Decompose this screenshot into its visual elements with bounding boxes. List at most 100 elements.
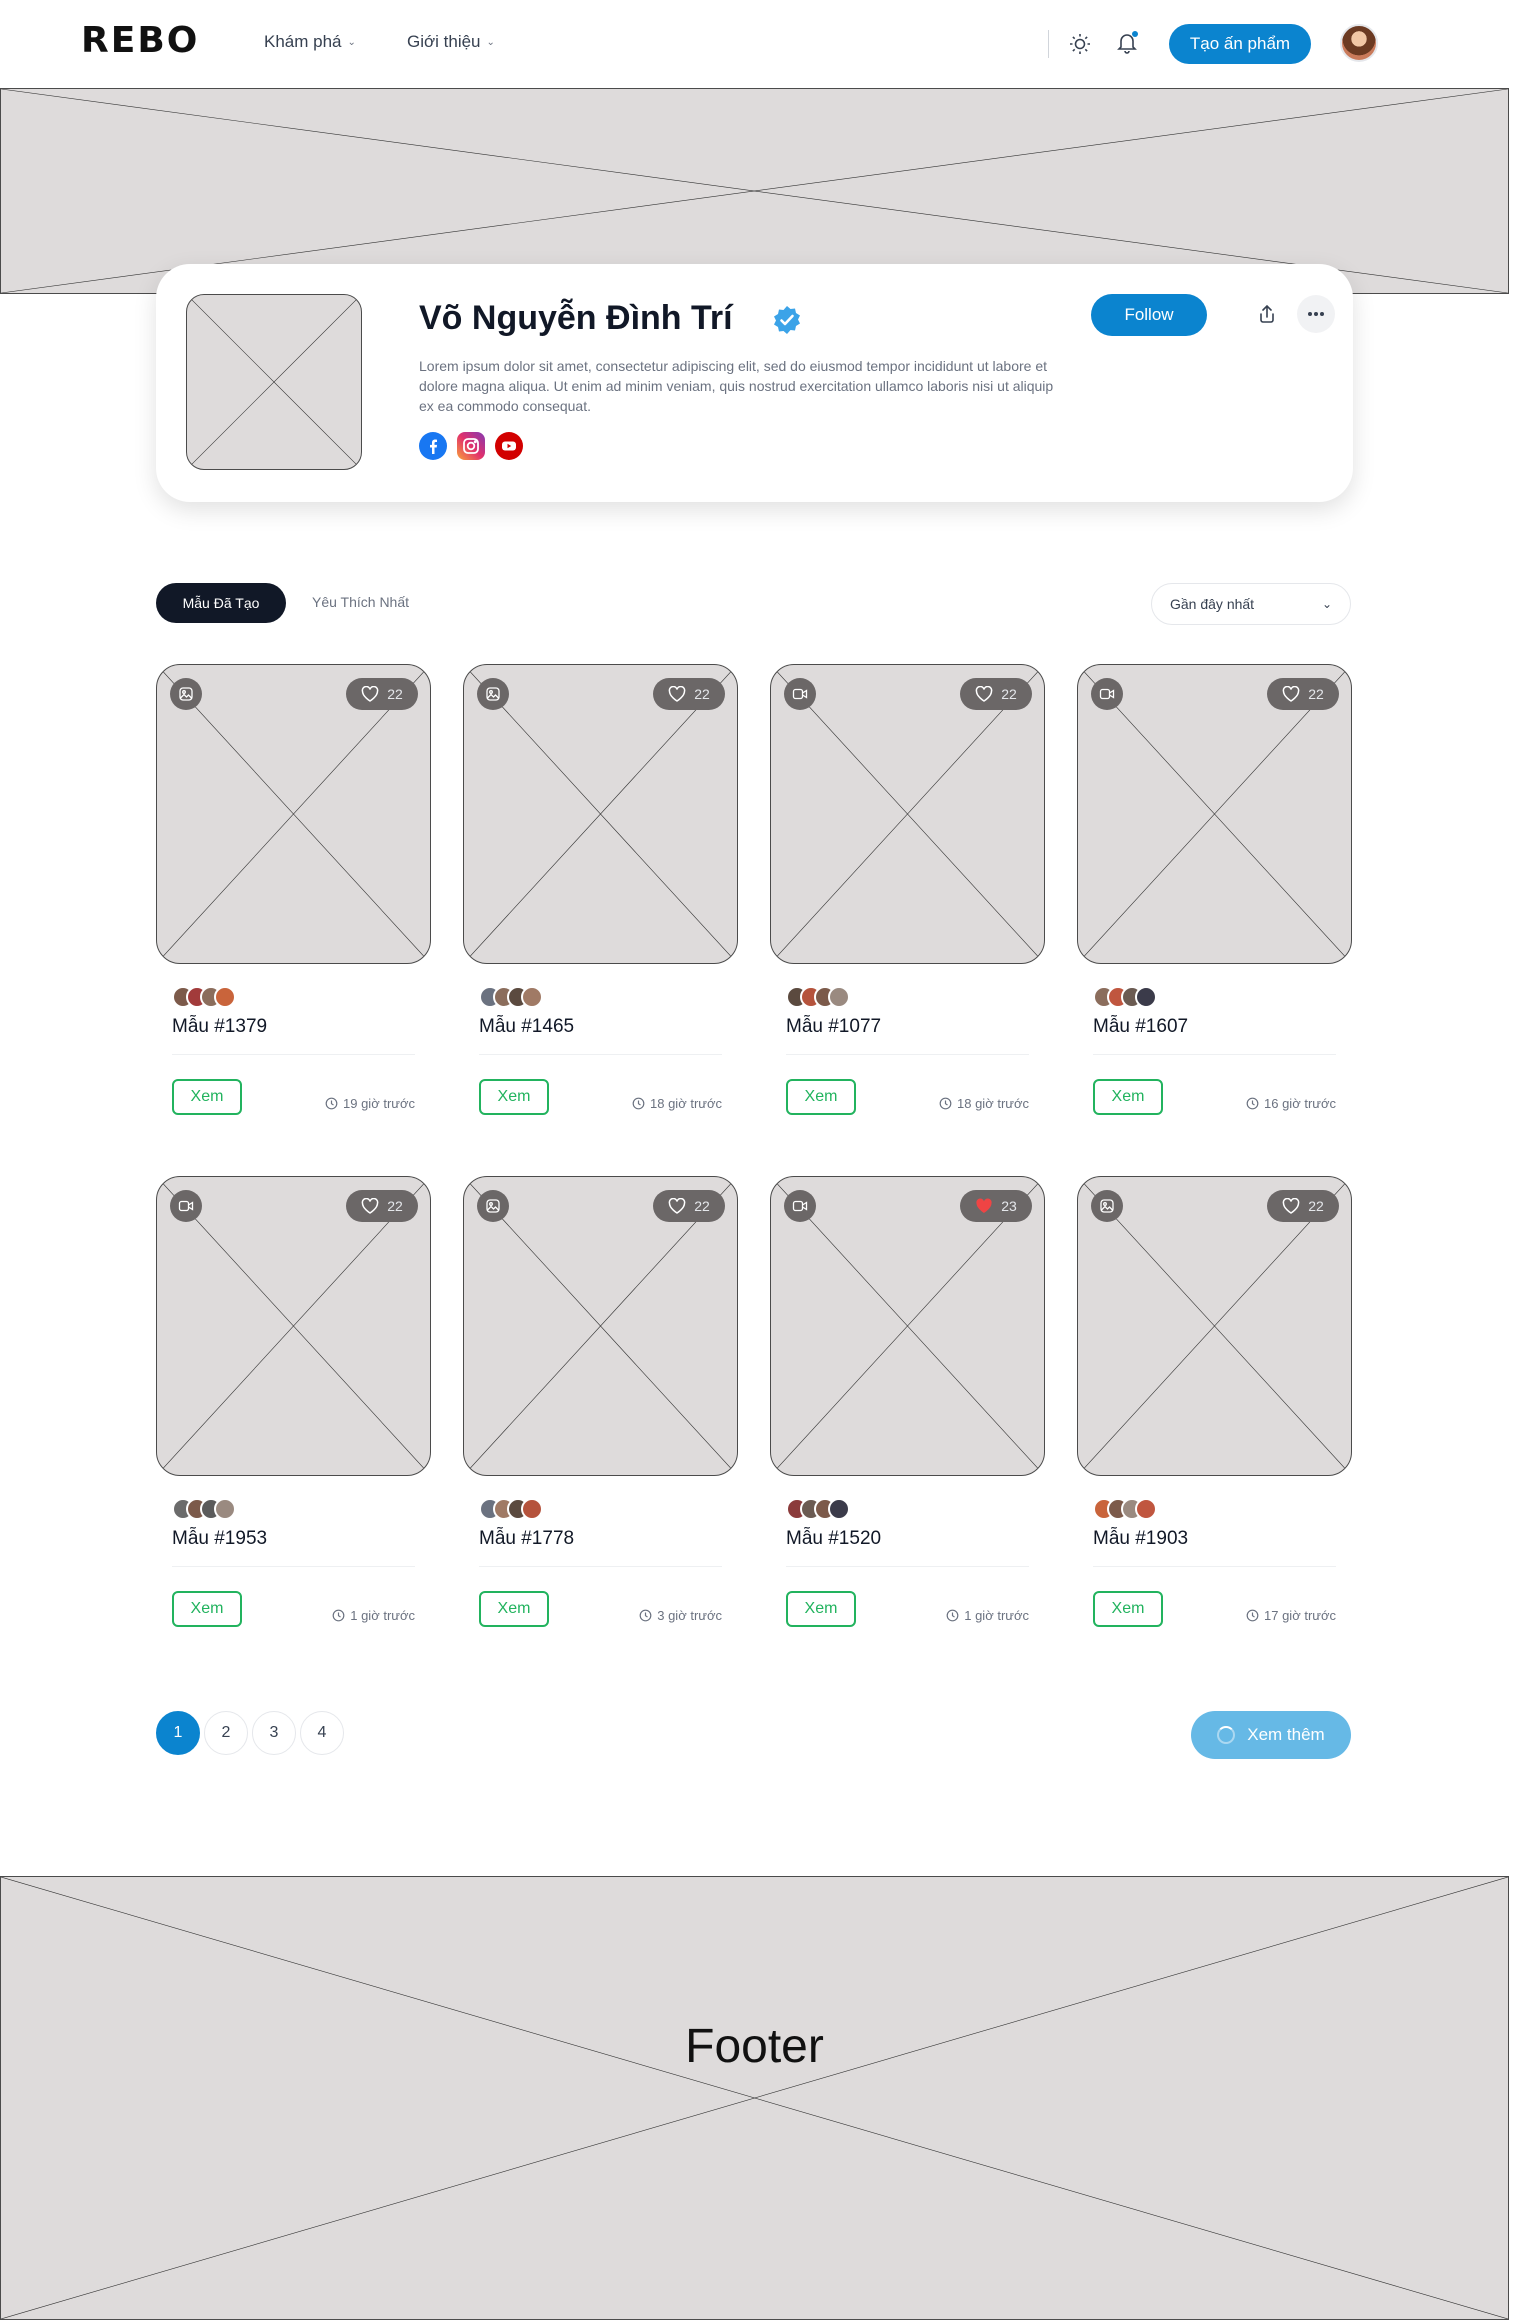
- like-button[interactable]: 22: [346, 678, 418, 710]
- like-count: 22: [1308, 1198, 1324, 1214]
- card-thumbnail-placeholder[interactable]: 22: [156, 664, 431, 964]
- like-button[interactable]: 23: [960, 1190, 1032, 1222]
- template-card[interactable]: 22 Mẫu #1953 Xem 1 giờ trước: [156, 1176, 431, 1636]
- like-count: 22: [1001, 686, 1017, 702]
- template-card[interactable]: 22 Mẫu #1379 Xem 19 giờ trước: [156, 664, 431, 1124]
- sort-select[interactable]: Gần đây nhất ⌄: [1151, 583, 1351, 625]
- instagram-icon[interactable]: [457, 432, 485, 460]
- image-icon: [477, 678, 509, 710]
- tab-favorites[interactable]: Yêu Thích Nhất: [312, 594, 409, 610]
- page-button[interactable]: 3: [252, 1711, 296, 1755]
- card-title: Mẫu #1077: [786, 1016, 882, 1037]
- template-card[interactable]: 22 Mẫu #1465 Xem 18 giờ trước: [463, 664, 738, 1124]
- heart-icon: [975, 686, 993, 702]
- card-title: Mẫu #1953: [172, 1528, 268, 1549]
- card-thumbnail-placeholder[interactable]: 22: [156, 1176, 431, 1476]
- template-card[interactable]: 22 Mẫu #1077 Xem 18 giờ trước: [770, 664, 1045, 1124]
- like-button[interactable]: 22: [960, 678, 1032, 710]
- card-title: Mẫu #1778: [479, 1528, 575, 1549]
- contributor-avatars: [172, 1498, 236, 1520]
- card-time: 19 giờ trước: [325, 1096, 415, 1111]
- sun-icon[interactable]: [1066, 30, 1094, 58]
- page-button[interactable]: 1: [156, 1711, 200, 1755]
- heart-icon: [361, 1198, 379, 1214]
- avatar: [521, 986, 543, 1008]
- card-time: 3 giờ trước: [639, 1608, 722, 1623]
- card-thumbnail-placeholder[interactable]: 23: [770, 1176, 1045, 1476]
- time-label: 3 giờ trước: [657, 1608, 722, 1623]
- nav-explore[interactable]: Khám phá ⌄: [264, 32, 356, 52]
- like-button[interactable]: 22: [1267, 1190, 1339, 1222]
- card-time: 1 giờ trước: [946, 1608, 1029, 1623]
- card-thumbnail-placeholder[interactable]: 22: [463, 1176, 738, 1476]
- follow-button[interactable]: Follow: [1091, 294, 1207, 336]
- like-count: 22: [694, 1198, 710, 1214]
- heart-icon: [975, 1198, 993, 1214]
- tab-created[interactable]: Mẫu Đã Tạo: [156, 583, 286, 623]
- user-avatar[interactable]: [1340, 24, 1378, 62]
- view-button[interactable]: Xem: [172, 1591, 242, 1627]
- bell-icon[interactable]: [1112, 28, 1142, 58]
- like-button[interactable]: 22: [653, 678, 725, 710]
- card-title: Mẫu #1607: [1093, 1016, 1189, 1037]
- chevron-down-icon: ⌄: [1321, 597, 1332, 611]
- time-label: 18 giờ trước: [957, 1096, 1029, 1111]
- page-button[interactable]: 2: [204, 1711, 248, 1755]
- contributor-avatars: [479, 1498, 543, 1520]
- card-thumbnail-placeholder[interactable]: 22: [463, 664, 738, 964]
- template-card[interactable]: 23 Mẫu #1520 Xem 1 giờ trước: [770, 1176, 1045, 1636]
- view-button[interactable]: Xem: [786, 1591, 856, 1627]
- logo[interactable]: REBO: [81, 20, 199, 61]
- heart-icon: [361, 686, 379, 702]
- view-button[interactable]: Xem: [479, 1079, 549, 1115]
- video-icon: [784, 678, 816, 710]
- card-divider: [479, 1566, 722, 1567]
- clock-icon: [325, 1097, 338, 1110]
- card-thumbnail-placeholder[interactable]: 22: [1077, 1176, 1352, 1476]
- load-more-button[interactable]: Xem thêm: [1191, 1711, 1351, 1759]
- footer-placeholder: Footer: [0, 1876, 1509, 2320]
- card-divider: [479, 1054, 722, 1055]
- view-button[interactable]: Xem: [1093, 1079, 1163, 1115]
- contributor-avatars: [1093, 986, 1157, 1008]
- nav-about-label: Giới thiệu: [407, 32, 481, 51]
- template-card[interactable]: 22 Mẫu #1607 Xem 16 giờ trước: [1077, 664, 1352, 1124]
- like-count: 23: [1001, 1198, 1017, 1214]
- page-button[interactable]: 4: [300, 1711, 344, 1755]
- card-divider: [1093, 1054, 1336, 1055]
- nav-about[interactable]: Giới thiệu ⌄: [407, 32, 495, 52]
- contributor-avatars: [172, 986, 236, 1008]
- view-button[interactable]: Xem: [172, 1079, 242, 1115]
- card-thumbnail-placeholder[interactable]: 22: [770, 664, 1045, 964]
- heart-icon: [668, 1198, 686, 1214]
- contributor-avatars: [1093, 1498, 1157, 1520]
- avatar: [214, 1498, 236, 1520]
- card-divider: [786, 1054, 1029, 1055]
- template-card[interactable]: 22 Mẫu #1778 Xem 3 giờ trước: [463, 1176, 738, 1636]
- view-button[interactable]: Xem: [479, 1591, 549, 1627]
- time-label: 16 giờ trước: [1264, 1096, 1336, 1111]
- time-label: 18 giờ trước: [650, 1096, 722, 1111]
- template-card[interactable]: 22 Mẫu #1903 Xem 17 giờ trước: [1077, 1176, 1352, 1636]
- view-button[interactable]: Xem: [786, 1079, 856, 1115]
- create-button[interactable]: Tạo ấn phẩm: [1169, 24, 1311, 64]
- like-button[interactable]: 22: [346, 1190, 418, 1222]
- like-count: 22: [387, 686, 403, 702]
- like-button[interactable]: 22: [653, 1190, 725, 1222]
- view-button[interactable]: Xem: [1093, 1591, 1163, 1627]
- like-count: 22: [387, 1198, 403, 1214]
- time-label: 19 giờ trước: [343, 1096, 415, 1111]
- facebook-icon[interactable]: [419, 432, 447, 460]
- card-thumbnail-placeholder[interactable]: 22: [1077, 664, 1352, 964]
- chevron-down-icon: ⌄: [486, 36, 495, 48]
- avatar: [1135, 986, 1157, 1008]
- heart-icon: [668, 686, 686, 702]
- time-label: 1 giờ trước: [964, 1608, 1029, 1623]
- clock-icon: [332, 1609, 345, 1622]
- card-time: 17 giờ trước: [1246, 1608, 1336, 1623]
- more-options-icon[interactable]: [1297, 295, 1335, 333]
- like-button[interactable]: 22: [1267, 678, 1339, 710]
- card-title: Mẫu #1520: [786, 1528, 882, 1549]
- youtube-icon[interactable]: [495, 432, 523, 460]
- share-icon[interactable]: [1248, 295, 1286, 333]
